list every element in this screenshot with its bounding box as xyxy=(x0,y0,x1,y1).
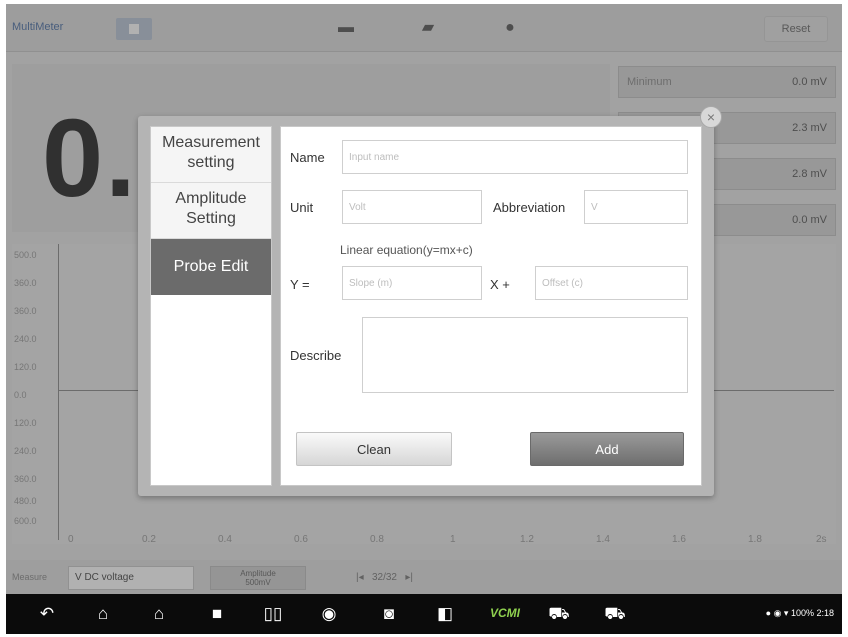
x-plus-label: X + xyxy=(490,277,510,292)
camera-icon[interactable]: ◙ xyxy=(378,603,400,625)
house-icon[interactable]: ⌂ xyxy=(148,603,170,625)
slope-input[interactable] xyxy=(342,266,482,300)
unit-label: Unit xyxy=(290,200,314,215)
menu-item-measurement-setting[interactable]: Measurement setting xyxy=(151,127,271,183)
recent-apps-icon[interactable]: ■ xyxy=(206,603,228,625)
name-label: Name xyxy=(290,150,325,165)
describe-label: Describe xyxy=(290,348,342,363)
y-equals-label: Y = xyxy=(290,277,310,292)
name-input[interactable] xyxy=(342,140,688,174)
browser-icon[interactable]: ◉ xyxy=(318,603,340,625)
vcmi-suffix: I xyxy=(516,606,521,620)
home-icon[interactable]: ⌂ xyxy=(92,603,114,625)
vehicle-service-icon[interactable]: ⛟ xyxy=(604,603,626,625)
unit-input[interactable] xyxy=(342,190,482,224)
system-nav-bar: ↶ ⌂ ⌂ ■ ▯▯ ◉ ◙ ◧ VCMI ⛟ ⛟ ● ◉ ▾ 100% 2:1… xyxy=(6,594,842,634)
menu-item-probe-edit[interactable]: Probe Edit xyxy=(151,239,271,295)
screen-record-icon[interactable]: ◧ xyxy=(434,603,456,625)
describe-textarea[interactable] xyxy=(362,317,688,393)
menu-item-amplitude-setting[interactable]: Amplitude Setting xyxy=(151,183,271,239)
offset-input[interactable] xyxy=(535,266,688,300)
status-bar: ● ◉ ▾ 100% 2:18 xyxy=(765,608,834,618)
equation-caption: Linear equation(y=mx+c) xyxy=(340,243,473,257)
status-text: 100% 2:18 xyxy=(790,608,834,618)
settings-menu: Measurement setting Amplitude Setting Pr… xyxy=(150,126,272,486)
add-button[interactable]: Add xyxy=(530,432,684,466)
abbreviation-input[interactable] xyxy=(584,190,688,224)
car-icon[interactable]: ⛟ xyxy=(548,603,570,625)
split-screen-icon[interactable]: ▯▯ xyxy=(262,603,284,625)
vcmi-label: VCM xyxy=(490,606,517,620)
clean-button[interactable]: Clean xyxy=(296,432,452,466)
close-icon[interactable]: × xyxy=(700,106,722,128)
vcmi-icon[interactable]: VCMI xyxy=(490,606,520,620)
abbreviation-label: Abbreviation xyxy=(493,200,566,215)
back-icon[interactable]: ↶ xyxy=(36,603,58,625)
